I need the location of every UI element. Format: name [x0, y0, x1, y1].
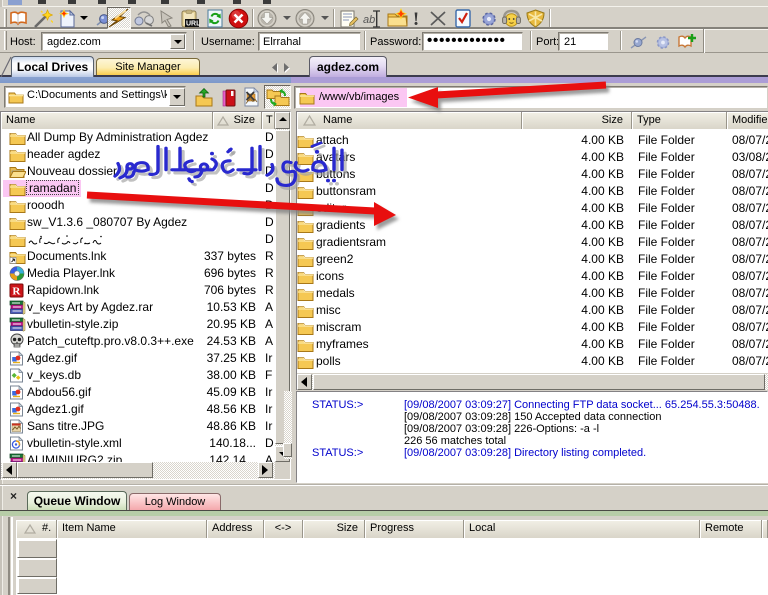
svg-text:R: R: [12, 286, 21, 298]
svg-text:ab: ab: [363, 14, 375, 26]
svg-text:URL: URL: [186, 21, 200, 28]
